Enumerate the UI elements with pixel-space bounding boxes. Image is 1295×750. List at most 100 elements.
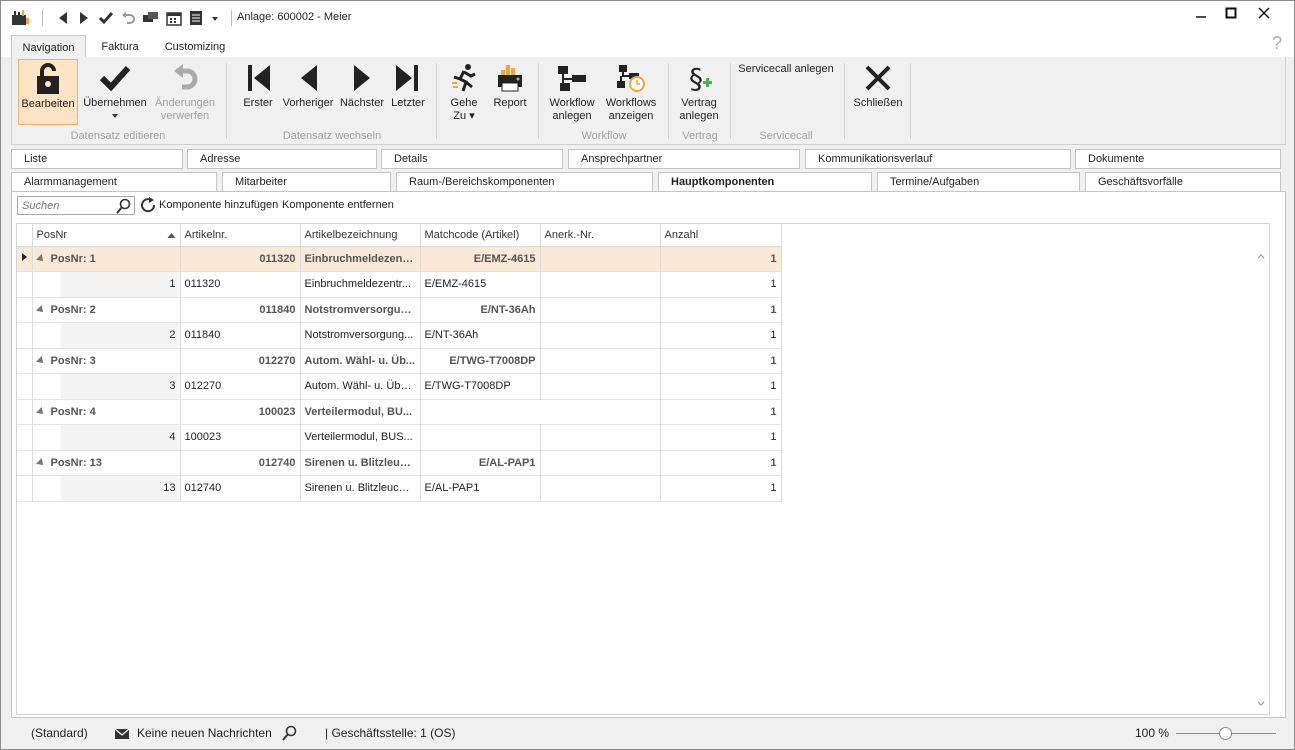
tab-raum-bereichskomponenten[interactable]: Raum-/Bereichskomponenten (396, 172, 653, 192)
cell-matchcode[interactable]: E/AL-PAP1 (420, 475, 541, 502)
column-header-artikelnr[interactable]: Artikelnr. (180, 224, 301, 247)
cell-matchcode[interactable]: E/EMZ-4615 (420, 271, 541, 298)
list-icon[interactable] (188, 9, 204, 27)
column-header-anerk-nr[interactable]: Anerk.-Nr. (540, 224, 661, 247)
search-box[interactable] (17, 196, 135, 215)
workflows-anzeigen-button[interactable]: Workflows anzeigen (602, 59, 660, 123)
group-label[interactable]: PosNr: 3 (32, 348, 181, 374)
cell-posnr[interactable]: 13 (32, 475, 181, 502)
cell-posnr[interactable]: 3 (32, 373, 181, 400)
cell-artikelnr[interactable]: 012740 (180, 475, 301, 502)
cell-artikelnr[interactable]: 100023 (180, 424, 301, 451)
table-row[interactable]: 13 012740 Sirenen u. Blitzleucht... E/AL-PA… (17, 475, 782, 502)
cell-anerk-nr[interactable] (540, 373, 661, 400)
tab-mitarbeiter[interactable]: Mitarbeiter (222, 172, 391, 192)
tab-customizing[interactable]: Customizing (159, 35, 231, 57)
cell-posnr[interactable]: 4 (32, 424, 181, 451)
servicecall-anlegen-button[interactable]: Servicecall anlegen (736, 63, 836, 76)
group-row[interactable]: PosNr: 3 012270 Autom. Wähl- u. Üb... E/TWG… (17, 348, 782, 374)
cell-artikelbezeichnung[interactable]: Verteilermodul, BUS... (300, 424, 421, 451)
cell-posnr[interactable]: 2 (32, 322, 181, 349)
maximize-button[interactable] (1216, 4, 1246, 22)
search-icon[interactable] (282, 725, 298, 744)
tab-kommunikationsverlauf[interactable]: Kommunikationsverlauf (805, 149, 1071, 169)
tab-adresse[interactable]: Adresse (187, 149, 377, 169)
forward-icon[interactable] (77, 9, 91, 27)
group-row[interactable]: PosNr: 1 011320 Einbruchmeldezentr... E/EMZ… (17, 246, 782, 272)
group-label[interactable]: PosNr: 13 (32, 450, 181, 476)
check-icon[interactable] (97, 9, 115, 27)
tab-hauptkomponenten[interactable]: Hauptkomponenten (658, 172, 872, 193)
zoom-slider-thumb[interactable] (1219, 727, 1232, 740)
group-label[interactable]: PosNr: 4 (32, 399, 181, 425)
group-row[interactable]: PosNr: 2 011840 Notstromversorgun... E/NT-3… (17, 297, 782, 323)
cell-artikelnr[interactable]: 011840 (180, 322, 301, 349)
collapse-icon[interactable] (35, 457, 46, 468)
cell-anzahl[interactable]: 1 (660, 424, 782, 451)
erster-button[interactable]: Erster (238, 59, 278, 110)
cell-matchcode[interactable] (420, 424, 541, 451)
messages-status[interactable]: Keine neuen Nachrichten (137, 726, 272, 740)
cell-artikelbezeichnung[interactable]: Einbruchmeldezentr... (300, 271, 421, 298)
quick-access-dropdown-icon[interactable] (209, 9, 221, 27)
tab-faktura[interactable]: Faktura (93, 35, 147, 57)
vertical-scrollbar[interactable] (1253, 246, 1269, 714)
calendar-icon[interactable] (165, 9, 183, 27)
layout-status[interactable]: (Standard) (31, 726, 88, 740)
table-row[interactable]: 1 011320 Einbruchmeldezentr... E/EMZ-4615 1 (17, 271, 782, 298)
cell-anzahl[interactable]: 1 (660, 475, 782, 502)
minimize-button[interactable] (1186, 4, 1216, 22)
cell-posnr[interactable]: 1 (32, 271, 181, 298)
group-label[interactable]: PosNr: 2 (32, 297, 181, 323)
cell-anerk-nr[interactable] (540, 322, 661, 349)
help-icon[interactable]: ? (1272, 33, 1282, 54)
tab-details[interactable]: Details (381, 149, 563, 169)
cell-matchcode[interactable]: E/TWG-T7008DP (420, 373, 541, 400)
scroll-up-icon[interactable] (1257, 250, 1265, 262)
collapse-icon[interactable] (35, 304, 46, 315)
cell-artikelbezeichnung[interactable]: Autom. Wähl- u. Übe... (300, 373, 421, 400)
tab-liste[interactable]: Liste (11, 149, 183, 169)
letzter-button[interactable]: Letzter (388, 59, 428, 110)
table-row[interactable]: 2 011840 Notstromversorgung... E/NT-36Ah 1 (17, 322, 782, 349)
gehe-zu-button[interactable]: Gehe Zu ▾ (446, 59, 482, 123)
cell-matchcode[interactable]: E/NT-36Ah (420, 322, 541, 349)
cell-anerk-nr[interactable] (540, 271, 661, 298)
report-button[interactable]: Report (488, 59, 532, 110)
vertrag-anlegen-button[interactable]: § Vertrag anlegen (676, 59, 722, 123)
table-row[interactable]: 4 100023 Verteilermodul, BUS... 1 (17, 424, 782, 451)
search-input[interactable] (18, 197, 116, 214)
group-row[interactable]: PosNr: 4 100023 Verteilermodul, BU... 1 (17, 399, 782, 425)
close-window-button[interactable] (1249, 4, 1279, 22)
cell-artikelbezeichnung[interactable]: Sirenen u. Blitzleucht... (300, 475, 421, 502)
remove-component-button[interactable]: Komponente entfernen (282, 199, 394, 211)
tab-termine-aufgaben[interactable]: Termine/Aufgaben (877, 172, 1080, 192)
tab-navigation[interactable]: Navigation (11, 35, 86, 57)
cell-anerk-nr[interactable] (540, 424, 661, 451)
collapse-icon[interactable] (35, 406, 46, 417)
workflow-anlegen-button[interactable]: Workflow anlegen (546, 59, 598, 123)
add-component-button[interactable]: Komponente hinzufügen (159, 199, 278, 211)
back-icon[interactable] (56, 9, 70, 27)
cell-artikelnr[interactable]: 012270 (180, 373, 301, 400)
column-header-matchcode[interactable]: Matchcode (Artikel) (420, 224, 541, 247)
cell-anzahl[interactable]: 1 (660, 322, 782, 349)
naechster-button[interactable]: Nächster (338, 59, 386, 110)
messages-icon[interactable] (141, 9, 161, 27)
cell-anzahl[interactable]: 1 (660, 271, 782, 298)
refresh-icon[interactable] (139, 196, 157, 217)
column-header-posnr[interactable]: PosNr (32, 224, 181, 247)
tab-dokumente[interactable]: Dokumente (1075, 149, 1281, 169)
table-row[interactable]: 3 012270 Autom. Wähl- u. Übe... E/TWG-T7008… (17, 373, 782, 400)
vorheriger-button[interactable]: Vorheriger (280, 59, 336, 110)
collapse-icon[interactable] (35, 355, 46, 366)
cell-anerk-nr[interactable] (540, 475, 661, 502)
uebernehmen-button[interactable]: Übernehmen (82, 59, 148, 123)
tab-ansprechpartner[interactable]: Ansprechpartner (568, 149, 800, 169)
column-header-anzahl[interactable]: Anzahl (660, 224, 782, 247)
column-header-artikelbezeichnung[interactable]: Artikelbezeichnung (300, 224, 421, 247)
group-row[interactable]: PosNr: 13 012740 Sirenen u. Blitzleuch... E… (17, 450, 782, 476)
bearbeiten-button[interactable]: Bearbeiten (18, 59, 78, 125)
cell-artikelbezeichnung[interactable]: Notstromversorgung... (300, 322, 421, 349)
scroll-down-icon[interactable] (1257, 698, 1265, 710)
